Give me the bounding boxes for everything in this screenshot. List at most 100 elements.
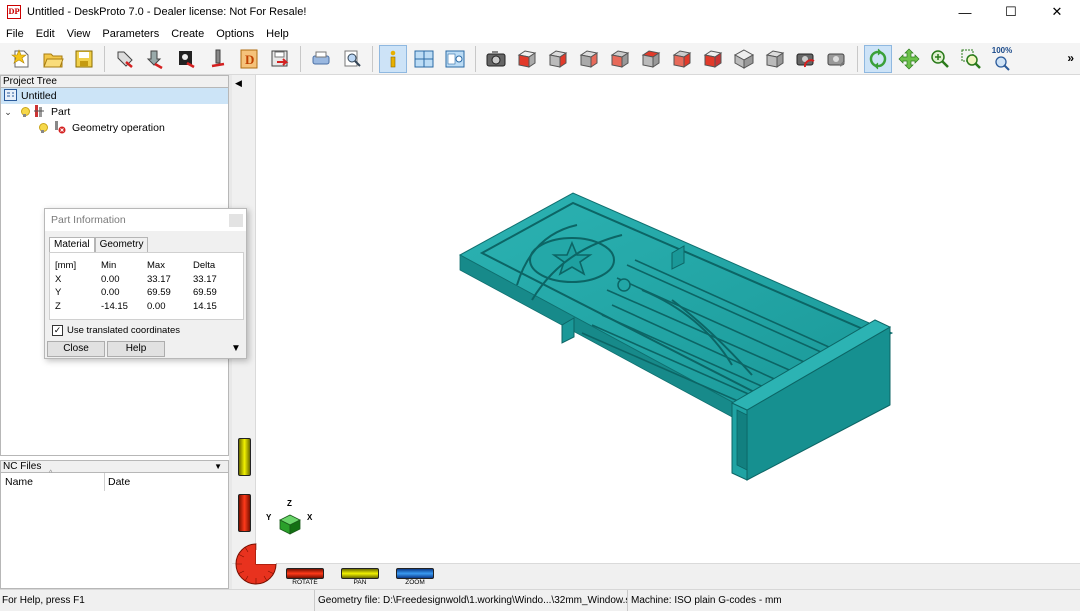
- menu-create[interactable]: Create: [165, 28, 210, 40]
- tab-geometry[interactable]: Geometry: [94, 237, 149, 252]
- expand-dialog-icon[interactable]: ▼: [231, 343, 241, 354]
- part-info-icon[interactable]: [379, 44, 407, 73]
- import-bitmap-icon[interactable]: [173, 45, 201, 73]
- axis-x-label: X: [307, 513, 313, 522]
- window-controls: — ☐ ✕: [942, 0, 1080, 24]
- view-back-icon[interactable]: [544, 45, 572, 73]
- print-preview-icon[interactable]: [338, 45, 366, 73]
- toolbar-separator: [475, 45, 476, 72]
- dialog-close-icon[interactable]: [229, 214, 243, 227]
- import-vector-icon[interactable]: [142, 45, 170, 73]
- view-settings-icon[interactable]: [441, 45, 469, 73]
- tree-item-project[interactable]: Untitled: [1, 88, 228, 104]
- maximize-button[interactable]: ☐: [988, 0, 1034, 24]
- pan-mode-icon[interactable]: [895, 45, 923, 73]
- checkbox-label: Use translated coordinates: [67, 325, 181, 336]
- view-bottom-icon[interactable]: [668, 45, 696, 73]
- table-cell: 33.17: [193, 273, 217, 285]
- title-bar: DP Untitled - DeskProto 7.0 - Dealer lic…: [0, 0, 1080, 24]
- visibility-bulb-icon[interactable]: [19, 106, 30, 118]
- axis-z-label: Z: [287, 499, 292, 508]
- geometry-operation-icon: [53, 120, 69, 137]
- tree-item-label: Geometry operation: [72, 122, 165, 134]
- menu-edit[interactable]: Edit: [30, 28, 61, 40]
- new-file-icon[interactable]: [8, 45, 36, 73]
- pan-control[interactable]: [341, 568, 379, 579]
- reset-view-icon[interactable]: [823, 45, 851, 73]
- tree-item-geometry-operation[interactable]: Geometry operation: [1, 120, 228, 136]
- close-button[interactable]: Close: [47, 341, 105, 357]
- menu-parameters[interactable]: Parameters: [96, 28, 165, 40]
- expand-chevron-icon[interactable]: ⌄: [3, 107, 13, 118]
- layout-icon[interactable]: [410, 45, 438, 73]
- menu-file[interactable]: File: [0, 28, 30, 40]
- axis-triad: Z Y X: [266, 499, 316, 543]
- import-tool-icon[interactable]: [204, 45, 232, 73]
- viewport-bottom-strip: ROTATE PAN ZOOM: [232, 543, 1080, 589]
- sort-indicator-icon: ^: [49, 470, 53, 477]
- camera-icon[interactable]: [482, 45, 510, 73]
- column-name[interactable]: Name: [1, 473, 105, 491]
- tree-item-label: Part: [51, 106, 71, 118]
- nc-files-dropdown-icon[interactable]: ▼: [214, 461, 222, 472]
- open-folder-icon[interactable]: [39, 45, 67, 73]
- zoom-label: ZOOM: [405, 579, 425, 586]
- dimensions-table: [mm] Min Max Delta X 0.00 33.17 33.17 Y …: [55, 259, 233, 313]
- nc-files-column-header: ^ Name Date: [1, 470, 228, 491]
- table-cell: 33.17: [147, 273, 171, 285]
- import-geometry-icon[interactable]: [111, 45, 139, 73]
- table-header-cell: Max: [147, 260, 165, 272]
- zoom-mode-icon[interactable]: [926, 45, 954, 73]
- tab-material[interactable]: Material: [49, 237, 95, 253]
- table-header-cell: [mm]: [55, 260, 77, 272]
- menu-options[interactable]: Options: [210, 28, 260, 40]
- view-left-icon[interactable]: [575, 45, 603, 73]
- 3d-viewport[interactable]: ◀ Z Y X ROTATE PAN ZOOM: [232, 75, 1080, 589]
- end-plate-flange: [736, 409, 748, 471]
- table-row: X 0.00 33.17 33.17: [55, 273, 233, 287]
- print-icon[interactable]: [307, 45, 335, 73]
- menu-view[interactable]: View: [61, 28, 97, 40]
- table-cell: 0.00: [147, 300, 166, 312]
- nc-files-header: NC Files ▼: [0, 460, 229, 473]
- view-iso-icon[interactable]: [699, 45, 727, 73]
- zoom-window-icon[interactable]: [957, 45, 985, 73]
- tree-item-part[interactable]: ⌄ Part: [1, 104, 228, 120]
- pan-label: PAN: [353, 579, 367, 586]
- column-date[interactable]: Date: [105, 476, 130, 488]
- zoom-control[interactable]: [396, 568, 434, 579]
- zoom-fit-icon[interactable]: 100%: [988, 45, 1016, 73]
- project-icon: [4, 88, 18, 104]
- view-front-icon[interactable]: [513, 45, 541, 73]
- visibility-bulb-icon[interactable]: [37, 122, 48, 134]
- snapshot-icon[interactable]: [792, 45, 820, 73]
- window-title: Untitled - DeskProto 7.0 - Dealer licens…: [27, 6, 307, 18]
- toolbar-overflow-button[interactable]: »: [1067, 51, 1074, 65]
- translated-coordinates-checkbox[interactable]: ✓ Use translated coordinates: [52, 325, 180, 336]
- save-icon[interactable]: [70, 45, 98, 73]
- nc-files-list[interactable]: ^ Name Date: [0, 470, 229, 589]
- dialog-title-bar[interactable]: Part Information: [45, 209, 246, 231]
- tree-item-label: Untitled: [21, 90, 57, 102]
- rotate-dial-icon[interactable]: [234, 542, 278, 586]
- view-iso2-icon[interactable]: [730, 45, 758, 73]
- view-top-icon[interactable]: [637, 45, 665, 73]
- view-right-icon[interactable]: [606, 45, 634, 73]
- minimize-button[interactable]: —: [942, 0, 988, 24]
- table-cell: 0.00: [101, 273, 120, 285]
- nc-files-title: NC Files: [3, 461, 42, 472]
- table-row: Y 0.00 69.59 69.59: [55, 286, 233, 300]
- rotate-control[interactable]: [286, 568, 324, 579]
- help-button[interactable]: Help: [107, 341, 165, 357]
- status-geometry-file: Geometry file: D:\Freedesignwold\1.worki…: [315, 589, 628, 611]
- axis-cube-icon: [279, 514, 301, 535]
- checkbox-checked-icon[interactable]: ✓: [52, 325, 63, 336]
- rotate-mode-icon[interactable]: [864, 44, 892, 73]
- view-iso3-icon[interactable]: [761, 45, 789, 73]
- table-header-cell: Delta: [193, 260, 216, 272]
- import-dpf-icon[interactable]: D: [235, 45, 263, 73]
- close-window-button[interactable]: ✕: [1034, 0, 1080, 24]
- menu-help[interactable]: Help: [260, 28, 295, 40]
- toolbar-separator: [857, 45, 858, 72]
- export-icon[interactable]: [266, 45, 294, 73]
